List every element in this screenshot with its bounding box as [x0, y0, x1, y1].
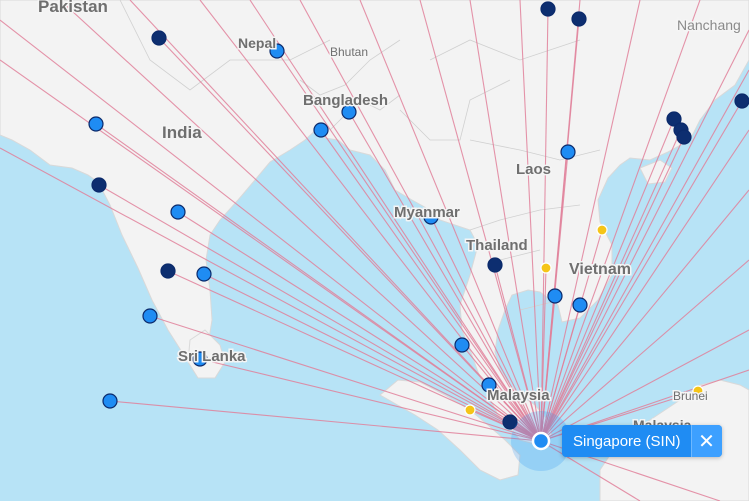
destination-dot[interactable]	[88, 116, 104, 132]
destination-dot[interactable]	[571, 11, 587, 27]
destination-dot[interactable]	[454, 337, 470, 353]
bhutan-label: Bhutan	[330, 45, 368, 59]
pakistan-label: Pakistan	[38, 0, 108, 16]
thailand-label: Thailand	[466, 237, 528, 254]
malaysia-label: Malaysia	[487, 387, 550, 404]
destination-dot[interactable]	[160, 263, 176, 279]
destination-dot[interactable]	[170, 204, 186, 220]
destination-dot[interactable]	[102, 393, 118, 409]
destination-dot[interactable]	[676, 129, 692, 145]
laos-label: Laos	[516, 161, 551, 178]
myanmar-label: Myanmar	[394, 204, 460, 221]
destination-dot[interactable]	[560, 144, 576, 160]
partner-destination-dot[interactable]	[540, 262, 552, 274]
destination-dot[interactable]	[313, 122, 329, 138]
airport-popup-label: Singapore (SIN)	[573, 432, 681, 450]
hub-marker-singapore[interactable]	[531, 431, 551, 451]
destination-dot[interactable]	[540, 1, 556, 17]
india-label: India	[162, 123, 202, 142]
bangladesh-label: Bangladesh	[303, 92, 388, 109]
nanchang-label: Nanchang	[677, 17, 741, 33]
destination-dot[interactable]	[734, 93, 749, 109]
destination-dot[interactable]	[196, 266, 212, 282]
destination-dot[interactable]	[547, 288, 563, 304]
partner-destination-dot[interactable]	[596, 224, 608, 236]
destination-dot[interactable]	[572, 297, 588, 313]
airport-popup[interactable]: Singapore (SIN) ✕	[562, 425, 722, 457]
destination-dot[interactable]	[91, 177, 107, 193]
vietnam-label: Vietnam	[569, 261, 631, 278]
nepal-label: Nepal	[238, 35, 276, 51]
close-icon[interactable]: ✕	[690, 425, 722, 457]
partner-destination-dot[interactable]	[464, 404, 476, 416]
destination-dot[interactable]	[151, 30, 167, 46]
destination-dot[interactable]	[487, 257, 503, 273]
sri-lanka-label: Sri Lanka	[178, 348, 246, 365]
route-map[interactable]: Pakistan Nepal Bhutan Bangladesh India L…	[0, 0, 749, 501]
destination-dot[interactable]	[142, 308, 158, 324]
brunei-label: Brunei	[673, 389, 708, 403]
